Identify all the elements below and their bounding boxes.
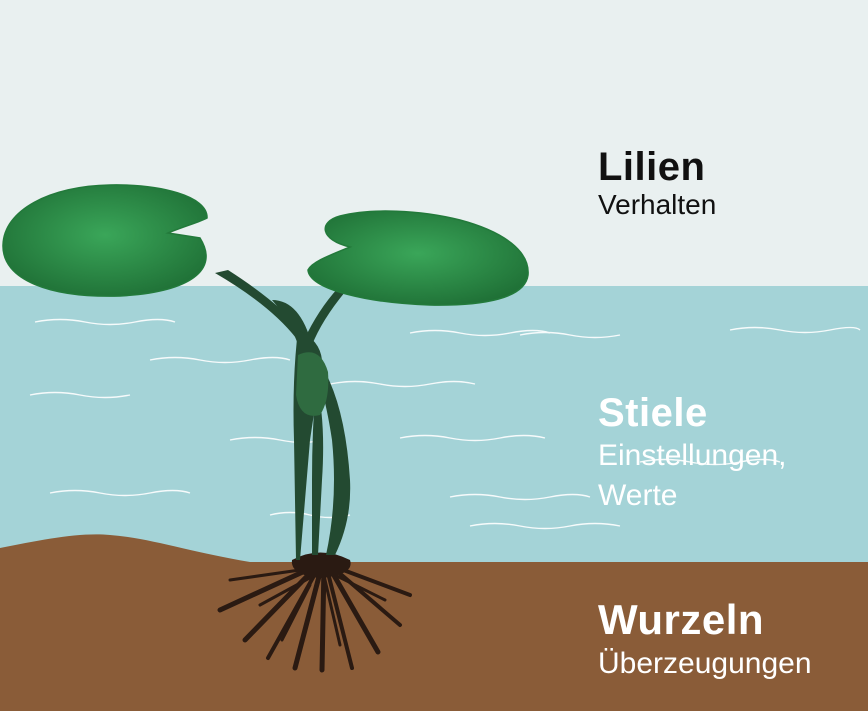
label-stiele-subtitle-line-1: Einstellungen, [598,439,787,472]
label-wurzeln: Wurzeln Überzeugungen [598,596,812,681]
label-stiele-subtitle-line-2: Werte [598,479,678,512]
lily-metaphor-diagram: Lilien Verhalten Stiele Einstellungen, W… [0,0,868,711]
label-wurzeln-title: Wurzeln [598,596,765,643]
label-stiele: Stiele Einstellungen, Werte [598,392,786,514]
label-lilien-title: Lilien [598,145,706,189]
label-stiele-title: Stiele [598,391,708,435]
label-lilien-subtitle: Verhalten [598,189,717,220]
label-wurzeln-subtitle: Überzeugungen [598,647,812,681]
label-lilien: Lilien Verhalten [598,146,716,219]
